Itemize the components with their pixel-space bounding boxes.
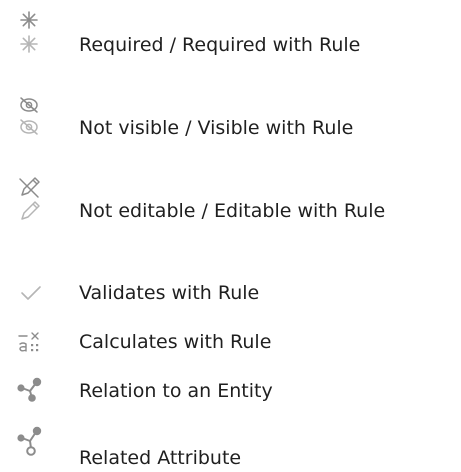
- legend-item-label: Required / Required with Rule: [79, 34, 361, 56]
- legend-item-label: Calculates with Rule: [79, 331, 272, 353]
- relation-nodes-icon: [16, 377, 46, 405]
- eye-visibility-icon: [16, 96, 46, 138]
- legend-item-label: Validates with Rule: [79, 282, 260, 304]
- legend-item-label: Related Attribute: [79, 447, 242, 469]
- checkmark-icon: [16, 282, 46, 302]
- related-attribute-nodes-icon: [16, 426, 46, 458]
- legend-item-label: Not visible / Visible with Rule: [79, 117, 354, 139]
- required-asterisk-icon: [16, 10, 46, 56]
- legend-item-label: Relation to an Entity: [79, 380, 273, 402]
- legend-item-label: Not editable / Editable with Rule: [79, 200, 386, 222]
- calculator-formula-icon: [16, 331, 46, 355]
- pencil-edit-icon: [16, 175, 46, 221]
